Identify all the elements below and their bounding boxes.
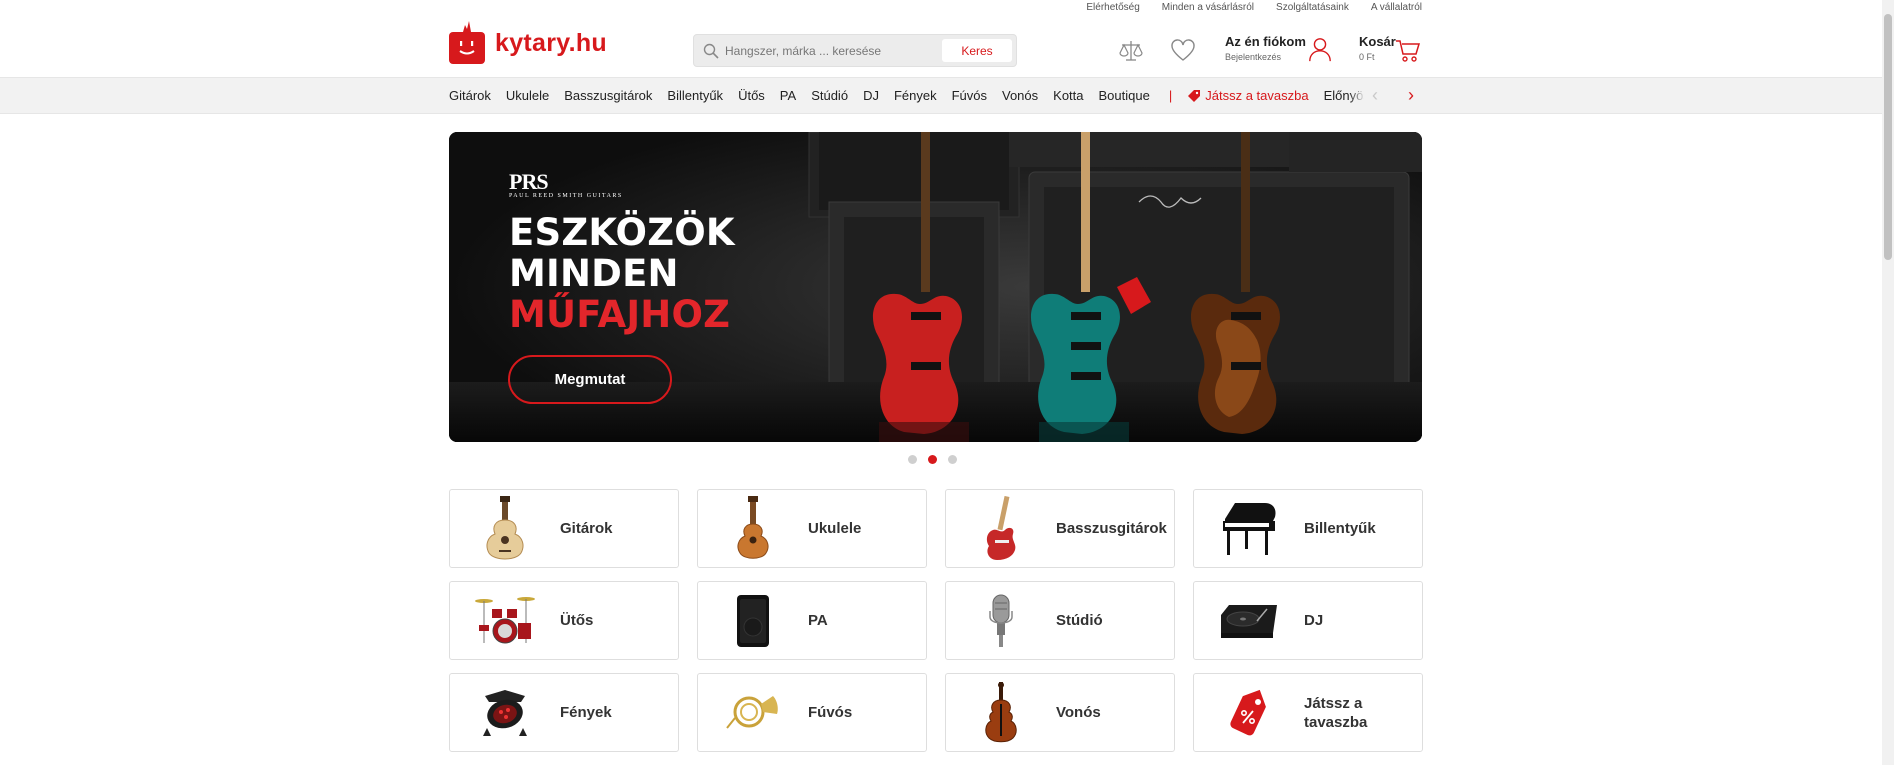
nav-item-pa[interactable]: PA	[780, 88, 796, 103]
category-card-billentyuk[interactable]: Billentyűk	[1193, 489, 1423, 568]
category-card-promo[interactable]: Játssz a tavaszba	[1193, 673, 1423, 752]
nav-promo-label: Játssz a tavaszba	[1205, 88, 1309, 103]
carousel-dots	[908, 455, 957, 464]
hero-headline-line-2: MINDEN	[509, 252, 679, 295]
account-subtitle: Bejelentkezés	[1225, 52, 1282, 62]
main-nav: Gitárok Ukulele Basszusgitárok Billentyű…	[0, 77, 1882, 114]
prs-logo-text: PRS	[509, 169, 549, 194]
nav-item-studio[interactable]: Stúdió	[811, 88, 848, 103]
category-card-utos[interactable]: Ütős	[449, 581, 679, 660]
nav-item-basszusgitarok[interactable]: Basszusgitárok	[564, 88, 652, 103]
nav-item-ukulele[interactable]: Ukulele	[506, 88, 549, 103]
nav-item-fenyek[interactable]: Fények	[894, 88, 937, 103]
category-label: DJ	[1304, 612, 1324, 629]
cart-total: 0 Ft	[1359, 52, 1375, 62]
hero-headline: ESZKÖZÖK MINDEN MŰFAJHOZ	[509, 212, 735, 335]
category-card-fenyek[interactable]: Fények	[449, 673, 679, 752]
nav-item-promo[interactable]: Játssz a tavaszba	[1187, 88, 1309, 103]
nav-prev-arrow[interactable]: ‹	[1372, 86, 1378, 104]
carousel-dot-2[interactable]	[928, 455, 937, 464]
logo-text: kytary.hu	[495, 28, 608, 57]
tag-icon	[1188, 89, 1201, 102]
utility-link-company[interactable]: A vállalatról	[1371, 2, 1422, 16]
violin-icon	[985, 681, 1017, 742]
hero-headline-line-1: ESZKÖZÖK	[509, 211, 735, 254]
logo-icon	[449, 21, 485, 64]
utility-link-shopping[interactable]: Minden a vásárlásról	[1162, 2, 1254, 16]
category-card-gitarok[interactable]: Gitárok	[449, 489, 679, 568]
nav-item-gitarok[interactable]: Gitárok	[449, 88, 491, 103]
microphone-icon	[989, 594, 1013, 647]
category-label: Játssz a tavaszba	[1304, 694, 1368, 731]
drum-kit-icon	[475, 596, 535, 643]
cart-icon[interactable]	[1395, 38, 1421, 64]
category-label: PA	[808, 612, 828, 629]
turntable-icon	[1221, 604, 1277, 638]
category-card-dj[interactable]: DJ	[1193, 581, 1423, 660]
category-label: Ukulele	[808, 520, 862, 537]
search-input[interactable]	[725, 35, 935, 66]
category-grid: Gitárok Ukulele Basszusgitárok Billentyű…	[449, 489, 1423, 752]
carousel-dot-1[interactable]	[908, 455, 917, 464]
category-card-pa[interactable]: PA	[697, 581, 927, 660]
category-card-vonos[interactable]: Vonós	[945, 673, 1175, 752]
nav-next-arrow[interactable]: ›	[1408, 86, 1414, 104]
search-bar: Keres	[693, 34, 1017, 67]
hero-headline-line-3: MŰFAJHOZ	[509, 293, 731, 336]
user-icon[interactable]	[1307, 36, 1333, 62]
prs-logo: PRS PAUL REED SMITH GUITARS	[509, 169, 623, 199]
french-horn-icon	[726, 695, 778, 729]
prs-logo-subtext: PAUL REED SMITH GUITARS	[509, 193, 623, 199]
search-button[interactable]: Keres	[942, 39, 1012, 62]
discount-tag-icon	[1230, 689, 1266, 735]
header: kytary.hu Keres Az én fiókom Bejelentkez…	[449, 18, 1422, 78]
category-card-fuvos[interactable]: Fúvós	[697, 673, 927, 752]
bass-guitar-icon	[986, 495, 1016, 560]
category-label: Fények	[560, 704, 612, 721]
utility-bar: Elérhetőség Minden a vásárlásról Szolgál…	[449, 0, 1422, 16]
category-label: Gitárok	[560, 520, 613, 537]
category-label: Vonós	[1056, 704, 1101, 721]
carousel-dot-3[interactable]	[948, 455, 957, 464]
nav-item-billentyuk[interactable]: Billentyűk	[667, 88, 723, 103]
nav-item-fuvos[interactable]: Fúvós	[952, 88, 987, 103]
scrollbar-thumb[interactable]	[1884, 14, 1892, 260]
search-icon	[703, 43, 719, 59]
nav-separator: |	[1168, 88, 1173, 103]
nav-item-boutique[interactable]: Boutique	[1099, 88, 1150, 103]
hero-cta-button[interactable]: Megmutat	[508, 355, 672, 404]
heart-icon[interactable]	[1170, 38, 1196, 64]
category-label: Stúdió	[1056, 612, 1103, 629]
logo[interactable]: kytary.hu	[449, 20, 607, 66]
category-label: Fúvós	[808, 704, 853, 721]
account-title: Az én fiókom	[1225, 34, 1306, 49]
page-scrollbar[interactable]	[1882, 0, 1894, 765]
nav-item-dj[interactable]: DJ	[863, 88, 879, 103]
ukulele-icon	[737, 495, 769, 559]
hero-banner[interactable]: PRS PAUL REED SMITH GUITARS ESZKÖZÖK MIN…	[449, 132, 1422, 442]
acoustic-guitar-icon	[486, 495, 524, 559]
category-label: Billentyűk	[1304, 520, 1376, 537]
category-label: Ütős	[560, 612, 594, 629]
stage-light-icon	[483, 689, 527, 736]
cart-link[interactable]: Kosár 0 Ft	[1359, 34, 1396, 62]
speaker-icon	[737, 594, 769, 647]
piano-icon	[1223, 502, 1276, 555]
utility-link-contact[interactable]: Elérhetőség	[1086, 2, 1139, 16]
account-link[interactable]: Az én fiókom Bejelentkezés	[1225, 34, 1306, 62]
scale-icon[interactable]	[1118, 38, 1144, 64]
nav-item-vonos[interactable]: Vonós	[1002, 88, 1038, 103]
cart-title: Kosár	[1359, 34, 1396, 49]
category-label: Basszusgitárok	[1056, 520, 1167, 537]
category-card-studio[interactable]: Stúdió	[945, 581, 1175, 660]
utility-link-services[interactable]: Szolgáltatásaink	[1276, 2, 1349, 16]
nav-fade	[1349, 78, 1364, 113]
nav-item-utos[interactable]: Ütős	[738, 88, 765, 103]
category-card-basszusgitarok[interactable]: Basszusgitárok	[945, 489, 1175, 568]
nav-item-kotta[interactable]: Kotta	[1053, 88, 1083, 103]
category-card-ukulele[interactable]: Ukulele	[697, 489, 927, 568]
